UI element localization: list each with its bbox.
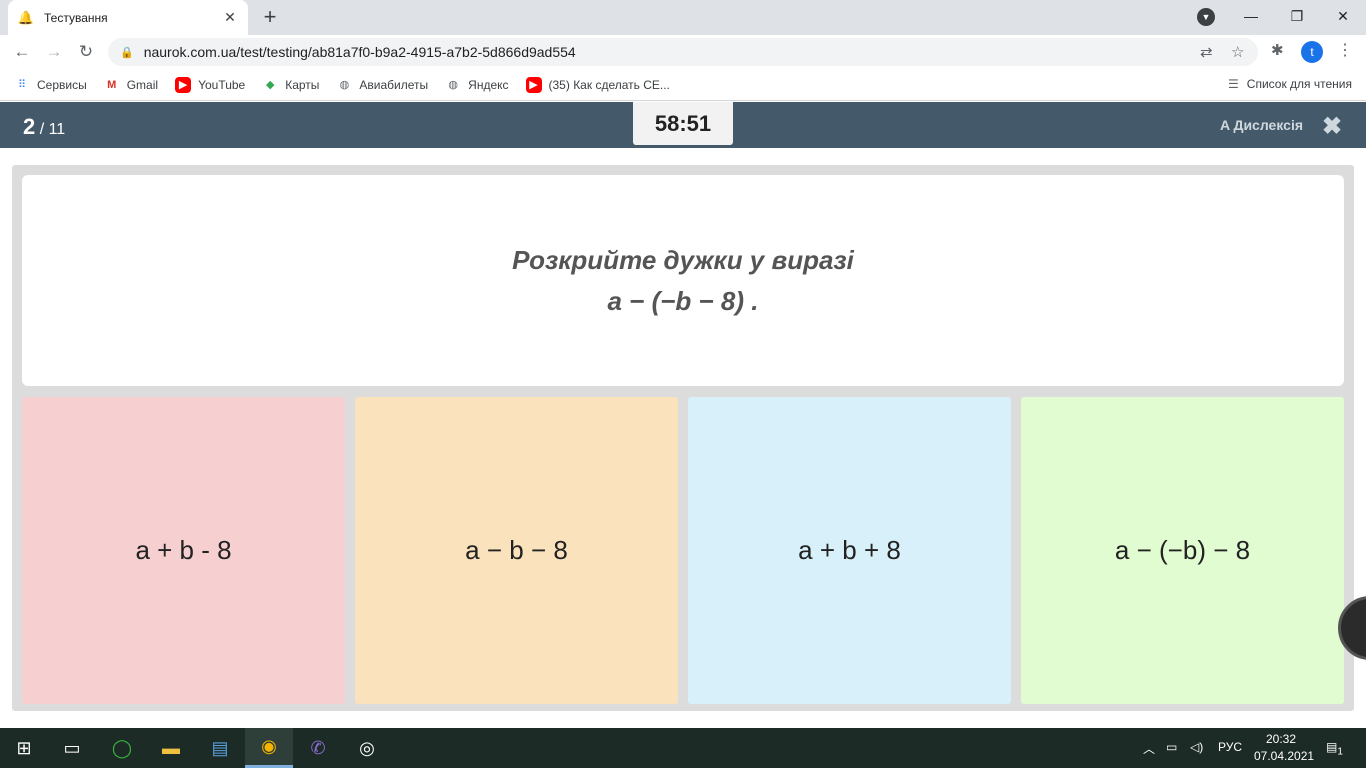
chrome-icon[interactable]: ◉ — [245, 728, 293, 768]
computer-icon[interactable]: ▤ — [196, 728, 244, 768]
youtube-icon: ▶ — [175, 76, 192, 93]
close-window-button[interactable]: ✕ — [1320, 0, 1366, 32]
url-text: naurok.com.ua/test/testing/ab81a7f0-b9a2… — [143, 44, 576, 60]
new-tab-button[interactable]: + — [258, 5, 282, 29]
language-indicator[interactable]: РУС — [1218, 740, 1242, 754]
answer-option-4[interactable]: a − (−b) − 8 — [1021, 397, 1344, 704]
bell-icon: 🔔 — [17, 9, 35, 25]
forward-button[interactable]: → — [42, 40, 66, 64]
more-menu-icon[interactable]: ⋮ — [1337, 40, 1353, 60]
answer-option-1[interactable]: a + b - 8 — [22, 397, 345, 704]
question-card: Розкрийте дужки у виразі a − (−b − 8) . — [22, 175, 1344, 386]
clock-time: 20:32 — [1265, 732, 1297, 746]
clock-date: 07.04.2021 — [1254, 749, 1315, 763]
browser-tab-strip: 🔔 Тестування ✕ + ▼ — ❐ ✕ — [0, 0, 1366, 35]
bookmark-gmail[interactable]: M Gmail — [104, 77, 158, 93]
bookmarks-bar: ⠿ Сервисы M Gmail ▶ YouTube ◆ Карты ◍ Авиабил… — [0, 69, 1366, 101]
chevron-up-icon[interactable]: ︿ — [1143, 740, 1155, 757]
youtube-icon: ▶ — [525, 76, 542, 93]
globe-icon: ◍ — [339, 78, 350, 91]
tab-title: Тестування — [44, 10, 108, 25]
reading-list-button[interactable]: ☰ Список для чтения — [1228, 77, 1352, 91]
bookmark-flights[interactable]: ◍ Авиабилеты — [336, 77, 429, 93]
countdown-timer: 58:51 — [633, 102, 733, 145]
apps-grid-icon: ⠿ — [17, 78, 27, 91]
reading-list-icon: ☰ — [1228, 77, 1239, 91]
browser-tab[interactable]: 🔔 Тестування ✕ — [8, 0, 248, 35]
star-icon[interactable]: ☆ — [1231, 43, 1244, 61]
current-question: 2 — [23, 114, 36, 139]
windows-taskbar: ⊞ ▭ ◯ ▬ ▤ ◉ ✆ ◎ ︿ ▭ ◁) РУС 20:32 07.04.2… — [0, 728, 1366, 768]
question-text-line2: a − (−b − 8) . — [607, 285, 759, 316]
lock-icon[interactable]: 🔒 — [120, 46, 134, 59]
question-counter: 2 / 11 — [23, 114, 65, 140]
bookmark-video[interactable]: ▶ (35) Как сделать CE... — [525, 76, 670, 93]
bookmark-maps[interactable]: ◆ Карты — [262, 77, 319, 93]
avatar[interactable]: t — [1301, 41, 1323, 63]
window-controls: — ❐ ✕ — [1228, 0, 1366, 32]
browser-toolbar: ← → ↻ 🔒 naurok.com.ua/test/testing/ab81a… — [0, 35, 1366, 69]
viber-icon[interactable]: ✆ — [294, 728, 342, 768]
restore-button[interactable]: ❐ — [1274, 0, 1320, 32]
translate-icon[interactable]: ⇄ — [1200, 43, 1213, 61]
media-player-icon[interactable]: ◎ — [343, 728, 391, 768]
gmail-icon: M — [107, 78, 117, 91]
test-header: 2 / 11 58:51 A Дислексія ✖ — [0, 102, 1366, 148]
notification-count: 1 — [1337, 746, 1343, 758]
maps-icon: ◆ — [265, 78, 275, 91]
address-bar[interactable]: 🔒 naurok.com.ua/test/testing/ab81a7f0-b9… — [108, 38, 1258, 66]
volume-icon[interactable]: ◁) — [1190, 740, 1203, 754]
bookmark-youtube[interactable]: ▶ YouTube — [175, 76, 245, 93]
notification-icon[interactable]: ▤1 — [1326, 740, 1343, 757]
windows-start-icon[interactable]: ⊞ — [0, 728, 48, 768]
answer-option-2[interactable]: a − b − 8 — [355, 397, 678, 704]
extensions-icon[interactable]: ✱ — [1271, 41, 1284, 59]
globe-icon: ◍ — [448, 78, 458, 91]
file-explorer-icon[interactable]: ▬ — [147, 728, 195, 768]
close-icon[interactable]: ✕ — [222, 9, 238, 26]
network-icon[interactable]: ▭ — [1166, 740, 1177, 754]
system-clock[interactable]: 20:32 07.04.2021 — [1254, 731, 1315, 765]
bookmark-services[interactable]: ⠿ Сервисы — [14, 77, 87, 93]
total-questions: / 11 — [39, 121, 66, 138]
reload-button[interactable]: ↻ — [74, 40, 98, 64]
back-button[interactable]: ← — [10, 40, 34, 64]
task-view-icon[interactable]: ▭ — [48, 728, 96, 768]
bookmark-yandex[interactable]: ◍ Яндекс — [445, 77, 508, 93]
close-icon[interactable]: ✖ — [1322, 112, 1342, 141]
minimize-button[interactable]: — — [1228, 0, 1274, 32]
answer-option-3[interactable]: a + b + 8 — [688, 397, 1011, 704]
app-ring-icon[interactable]: ◯ — [98, 728, 146, 768]
question-text-line1: Розкрийте дужки у виразі — [512, 244, 854, 275]
tab-search-icon[interactable]: ▼ — [1197, 8, 1215, 26]
dyslexia-toggle[interactable]: A Дислексія — [1220, 117, 1303, 133]
